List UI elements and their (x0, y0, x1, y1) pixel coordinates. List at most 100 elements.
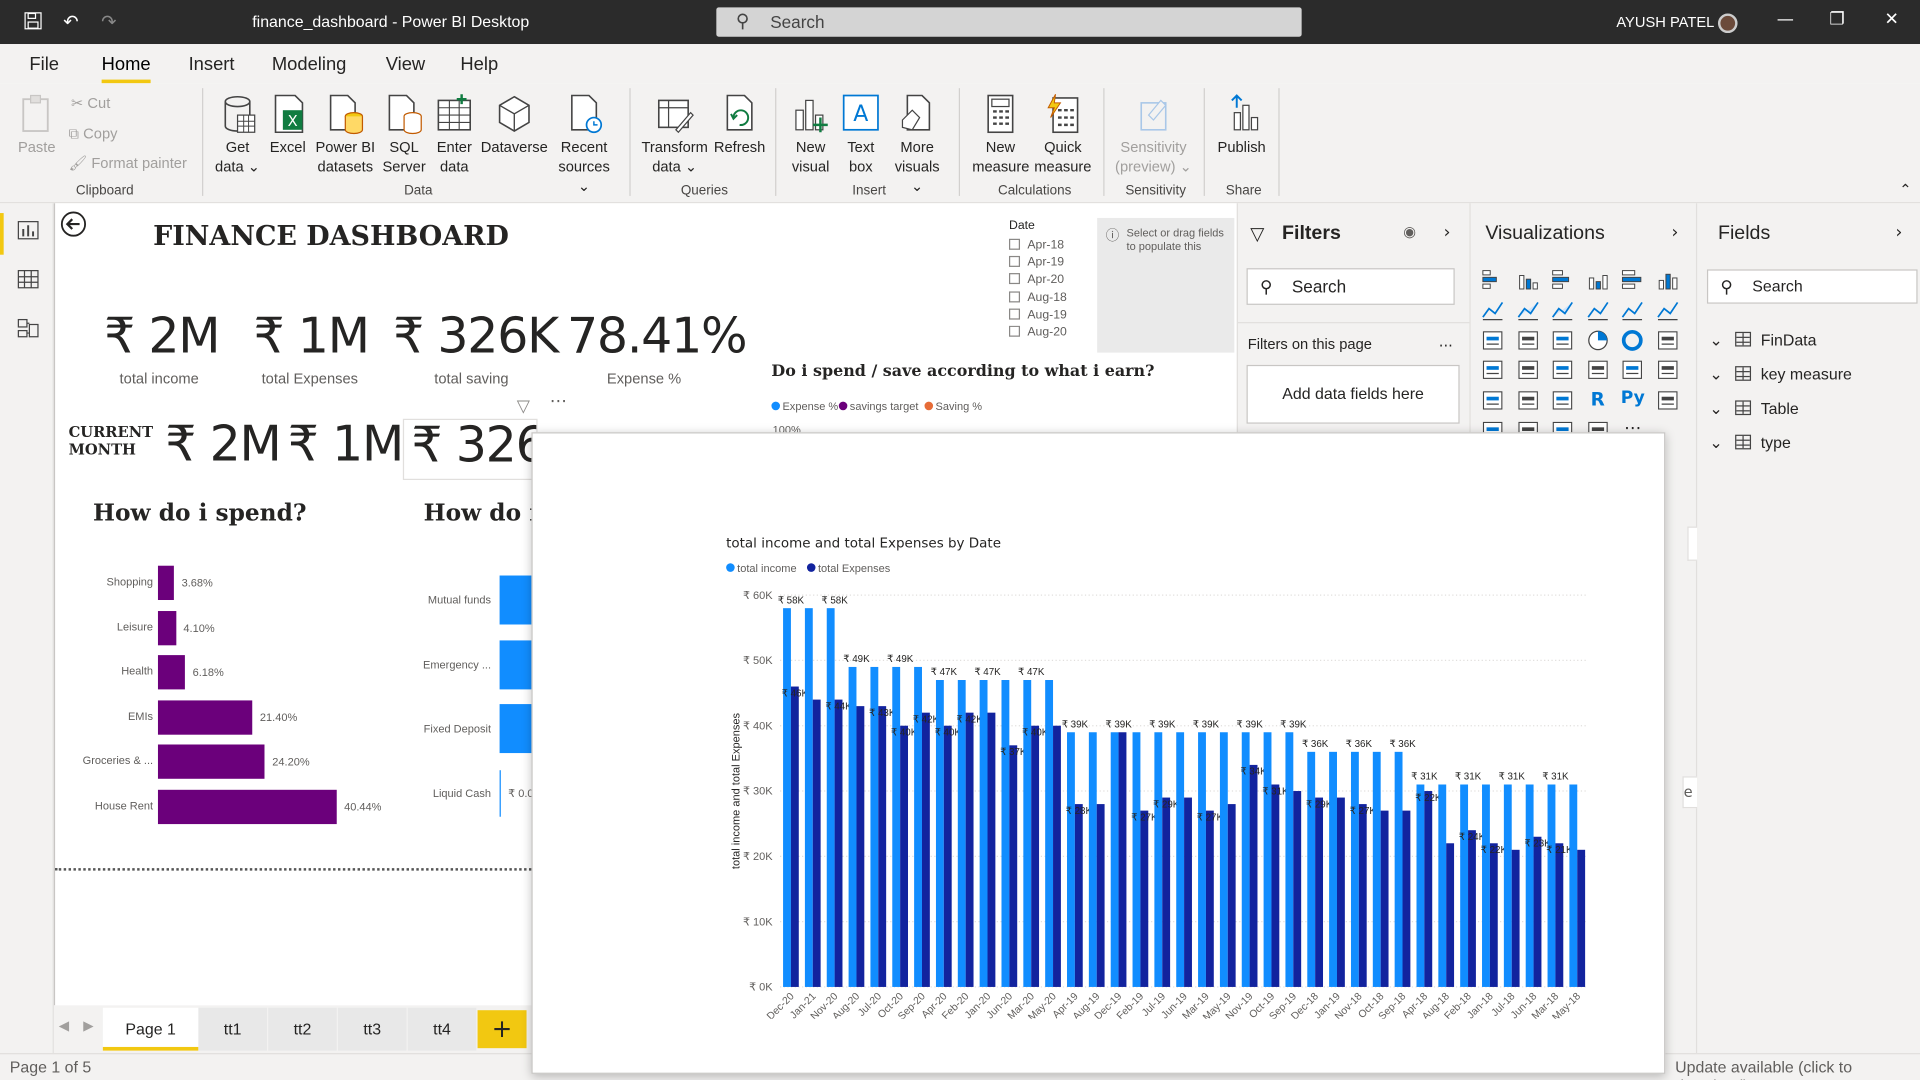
eye-icon[interactable]: ◉ (1403, 223, 1416, 240)
income-bar[interactable] (1198, 732, 1206, 987)
expense-bar[interactable] (1293, 791, 1302, 987)
funnel-icon[interactable] (1515, 328, 1539, 352)
expense-bar[interactable] (1358, 804, 1367, 987)
clustered-column-icon[interactable] (1585, 267, 1609, 291)
income-bar[interactable] (935, 680, 944, 987)
r-visual-icon[interactable]: R (1585, 388, 1609, 412)
income-bar[interactable] (1023, 680, 1032, 987)
income-bar[interactable] (1525, 784, 1534, 987)
expense-bar[interactable] (1053, 725, 1061, 987)
gauge-icon[interactable] (1550, 358, 1574, 382)
income-bar[interactable] (1547, 784, 1556, 987)
publish-button[interactable]: Publish (1212, 93, 1271, 157)
add-page-button[interactable]: + (477, 1010, 527, 1049)
income-bar[interactable] (1045, 680, 1054, 987)
undo-icon[interactable]: ↶ (60, 11, 82, 33)
clustered-bar-icon[interactable] (1550, 267, 1574, 291)
expense-bar[interactable] (1555, 843, 1564, 987)
income-bar[interactable] (957, 680, 966, 987)
page-tab-tt3[interactable]: tt3 (337, 1007, 407, 1051)
checkbox[interactable] (1008, 256, 1021, 268)
income-bar[interactable] (1460, 784, 1469, 987)
expense-bar[interactable] (921, 712, 930, 987)
income-bar[interactable] (1307, 751, 1316, 987)
tab-insert[interactable]: Insert (189, 54, 235, 75)
expense-bar[interactable] (1031, 725, 1040, 987)
income-bar[interactable] (1569, 784, 1578, 987)
expense-bar[interactable] (834, 699, 843, 987)
save-icon[interactable] (22, 11, 44, 33)
current-month-saving-card[interactable]: ₹ 326K (402, 418, 538, 481)
income-bar[interactable] (892, 666, 901, 987)
100pct-column-icon[interactable] (1656, 267, 1680, 291)
page-tab-tt4[interactable]: tt4 (407, 1007, 477, 1051)
multi-row-card-icon[interactable] (1620, 358, 1644, 382)
field-table-table[interactable]: ⌄ Table (1709, 399, 1798, 419)
waterfall-icon[interactable] (1480, 328, 1504, 352)
tab-file[interactable]: File (29, 54, 59, 75)
income-bar[interactable] (1001, 680, 1010, 987)
100pct-bar-icon[interactable] (1620, 267, 1644, 291)
expense-bar[interactable] (1227, 804, 1236, 987)
expense-bar[interactable] (1184, 797, 1192, 987)
pie-icon[interactable] (1585, 328, 1609, 352)
transform-data-button[interactable]: Transform data ⌄ (639, 93, 710, 176)
field-table-key-measure[interactable]: ⌄ key measure (1709, 365, 1851, 385)
expense-bar[interactable] (1380, 810, 1389, 987)
close-icon[interactable]: ✕ (1885, 10, 1899, 30)
expense-bar[interactable] (1446, 843, 1455, 987)
expense-bar[interactable] (1118, 732, 1127, 987)
income-bar[interactable] (826, 608, 835, 987)
cut-button[interactable]: ✂ Cut (71, 94, 110, 111)
expense-bar[interactable] (1533, 836, 1542, 987)
checkbox[interactable] (1008, 273, 1021, 285)
get-data-button[interactable]: Get data ⌄ (213, 93, 262, 176)
map-icon[interactable] (1480, 358, 1504, 382)
expense-bar[interactable] (987, 712, 996, 987)
tab-help[interactable]: Help (460, 54, 498, 75)
treemap-icon[interactable] (1656, 328, 1680, 352)
filters-more-icon[interactable]: ... (1439, 333, 1453, 350)
slicer-icon[interactable] (1480, 388, 1504, 412)
page-tab-tt1[interactable]: tt1 (198, 1007, 267, 1051)
income-bar[interactable] (804, 608, 813, 987)
expense-bar[interactable] (856, 706, 865, 987)
key-influencers-icon[interactable] (1656, 388, 1680, 412)
paste-button[interactable]: Paste (15, 93, 59, 157)
expense-bar[interactable] (1402, 810, 1411, 987)
refresh-button[interactable]: Refresh (713, 93, 767, 157)
income-bar[interactable] (1067, 732, 1075, 987)
date-slicer-item[interactable]: Apr-18 (1008, 238, 1064, 252)
field-table-type[interactable]: ⌄ type (1709, 433, 1790, 453)
tab-modeling[interactable]: Modeling (272, 54, 347, 75)
user-name[interactable]: AYUSH PATEL (1616, 13, 1714, 30)
matrix-icon[interactable] (1550, 388, 1574, 412)
income-bar[interactable] (1438, 784, 1447, 987)
expense-bar[interactable] (1249, 764, 1258, 987)
sql-server-button[interactable]: SQL Server (382, 93, 426, 176)
filter-icon[interactable]: ▽ (517, 397, 530, 417)
redo-icon[interactable]: ↷ (98, 11, 120, 33)
income-bar[interactable] (848, 666, 857, 987)
more-options-icon[interactable]: ⋯ (550, 392, 567, 412)
data-view-icon[interactable] (16, 267, 40, 291)
avatar[interactable] (1717, 13, 1738, 34)
focus-mode-visual[interactable]: total income and total Expenses by Date … (531, 432, 1666, 1074)
date-slicer-item[interactable]: Aug-20 (1008, 325, 1067, 338)
checkbox[interactable] (1008, 308, 1021, 320)
collapse-fields-icon[interactable]: › (1896, 223, 1903, 243)
page-tab-tt2[interactable]: tt2 (268, 1007, 337, 1051)
format-painter-button[interactable]: 🖌 Format painter (69, 154, 187, 171)
copy-button[interactable]: ⧉ Copy (69, 125, 118, 143)
spend-bar[interactable] (157, 699, 253, 735)
collapse-ribbon-icon[interactable]: ⌃ (1899, 181, 1911, 198)
expense-bar[interactable] (1009, 745, 1018, 987)
income-bar[interactable] (1482, 784, 1490, 987)
line-clustered-icon[interactable] (1620, 297, 1644, 321)
date-slicer-item[interactable]: Aug-19 (1008, 308, 1067, 322)
add-data-fields-drop[interactable]: Add data fields here (1246, 364, 1460, 424)
stacked-column-icon[interactable] (1515, 267, 1539, 291)
income-bar[interactable] (1110, 732, 1119, 987)
expense-bar[interactable] (1162, 797, 1171, 987)
expense-bar[interactable] (878, 706, 887, 987)
